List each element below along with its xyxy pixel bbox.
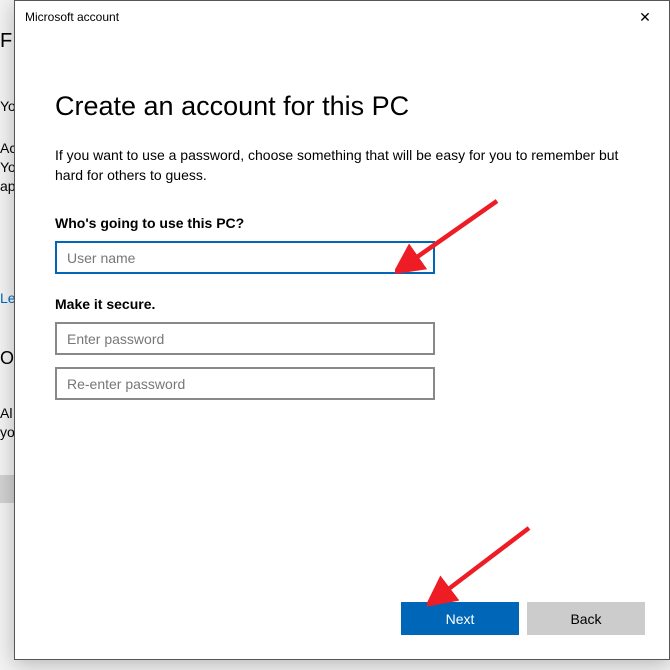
page-title: Create an account for this PC — [55, 91, 629, 122]
close-icon[interactable]: ✕ — [629, 1, 661, 33]
bg-frag: Ac — [0, 140, 14, 156]
page-description: If you want to use a password, choose so… — [55, 146, 629, 185]
bg-frag: O — [0, 348, 14, 369]
password-confirm-input[interactable] — [55, 367, 435, 400]
bg-frag: Al — [0, 405, 14, 421]
bg-frag: Yo — [0, 159, 14, 175]
password-input[interactable] — [55, 322, 435, 355]
bg-frag: ap — [0, 178, 14, 194]
bg-frag: F — [0, 30, 14, 53]
titlebar: Microsoft account ✕ — [15, 1, 669, 33]
back-button[interactable]: Back — [527, 602, 645, 635]
buttonbar: Next Back — [15, 602, 669, 659]
username-section-label: Who's going to use this PC? — [55, 215, 629, 231]
password-section-label: Make it secure. — [55, 296, 629, 312]
username-input[interactable] — [55, 241, 435, 274]
dialog-content: Create an account for this PC If you wan… — [15, 33, 669, 602]
microsoft-account-dialog: Microsoft account ✕ Create an account fo… — [14, 0, 670, 660]
bg-frag-bar — [0, 475, 14, 503]
titlebar-title: Microsoft account — [25, 10, 119, 24]
bg-frag-link: Le — [0, 290, 14, 306]
bg-frag: Yo — [0, 98, 14, 114]
bg-frag: yo — [0, 424, 14, 440]
next-button[interactable]: Next — [401, 602, 519, 635]
